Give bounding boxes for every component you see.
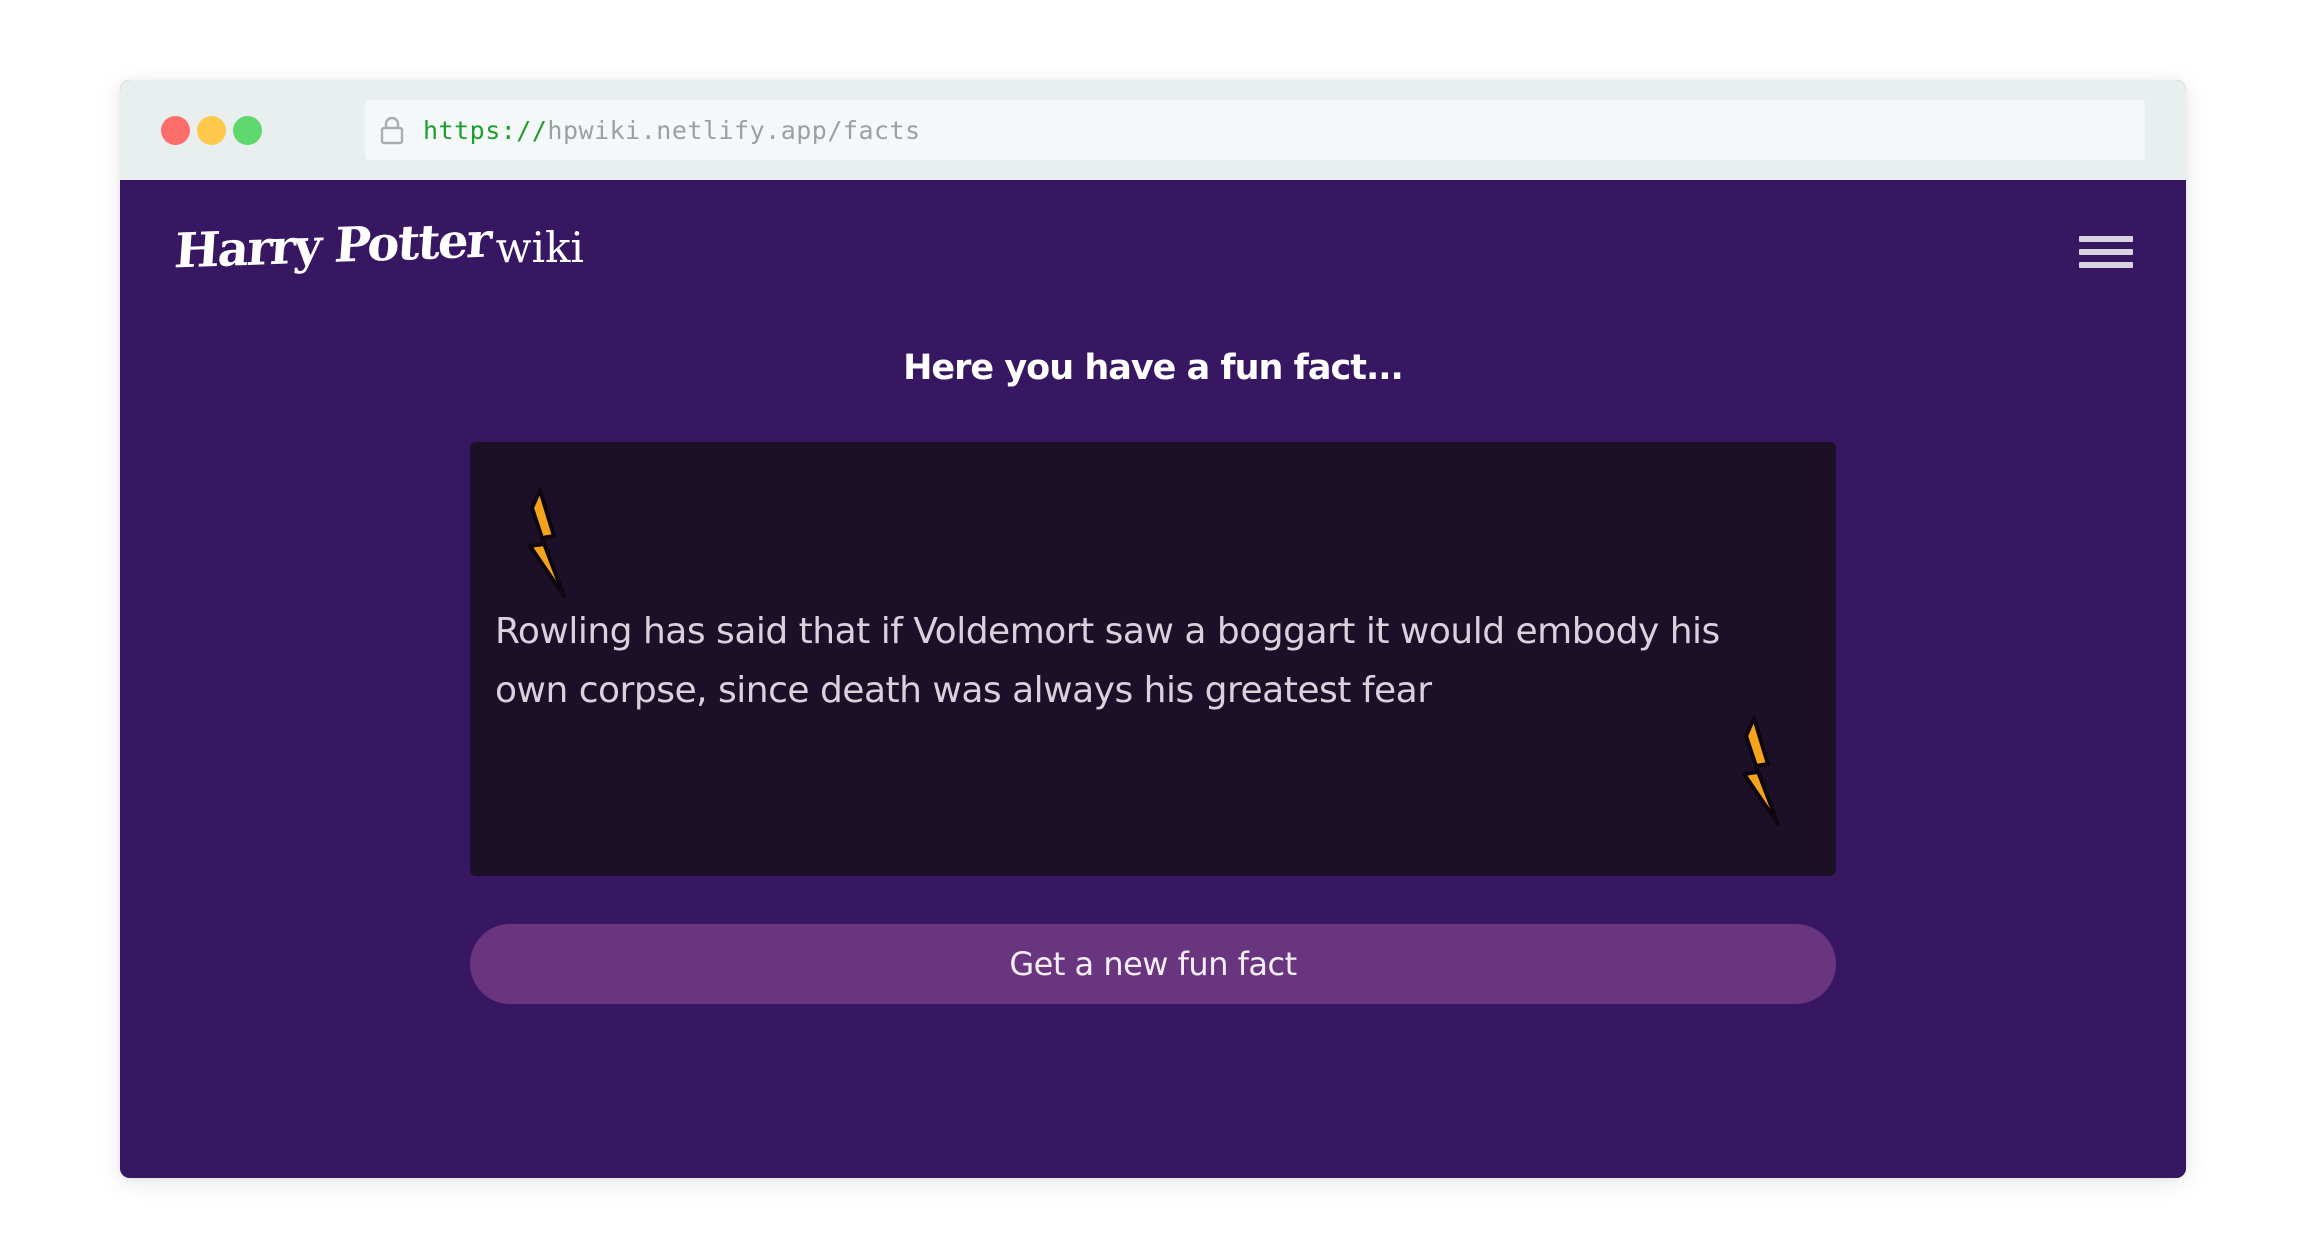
browser-toolbar: https://hpwiki.netlify.app/facts (120, 80, 2186, 180)
address-bar[interactable]: https://hpwiki.netlify.app/facts (365, 100, 2145, 160)
fact-card: Rowling has said that if Voldemort saw a… (470, 442, 1836, 876)
site-logo[interactable]: Harry Potter wiki (173, 213, 584, 280)
minimize-window-button[interactable] (197, 116, 226, 145)
fact-text: Rowling has said that if Voldemort saw a… (495, 611, 1720, 711)
lightning-bolt-icon (528, 488, 566, 598)
url-path: hpwiki.netlify.app/facts (547, 115, 921, 145)
page-content: Harry Potter wiki Here you have a fun fa… (120, 180, 2186, 1178)
new-fun-fact-button[interactable]: Get a new fun fact (470, 924, 1836, 1004)
page-title: Here you have a fun fact... (903, 348, 1404, 388)
menu-line (2079, 249, 2133, 255)
menu-line (2079, 262, 2133, 268)
menu-line (2079, 236, 2133, 242)
lock-icon (380, 116, 404, 145)
lightning-bolt-icon (1742, 716, 1780, 826)
close-window-button[interactable] (161, 116, 190, 145)
maximize-window-button[interactable] (233, 116, 262, 145)
url-scheme: https:// (423, 115, 548, 145)
hamburger-menu-icon[interactable] (2079, 236, 2133, 270)
logo-title: Harry Potter (172, 212, 493, 280)
browser-window: https://hpwiki.netlify.app/facts Harry P… (120, 80, 2186, 1178)
logo-subtitle: wiki (495, 223, 584, 272)
